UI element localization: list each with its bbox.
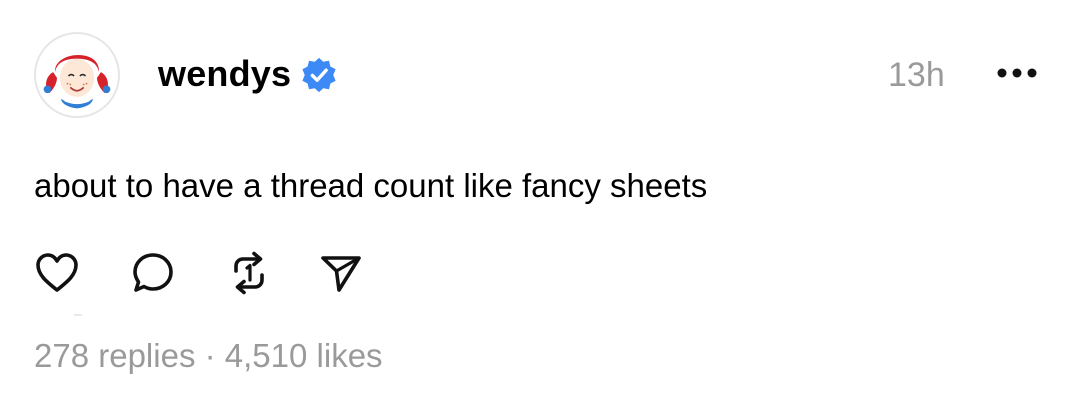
repost-icon: [234, 251, 264, 295]
likes-count[interactable]: 4,510 likes: [225, 337, 383, 374]
post-text: about to have a thread count like fancy …: [34, 167, 708, 204]
post-timestamp: 13h: [888, 56, 945, 94]
share-button[interactable]: [318, 250, 364, 296]
heart-icon: [36, 253, 78, 292]
thread-line-divider: [74, 314, 82, 316]
post-stats: 278 replies · 4,510 likes: [34, 336, 383, 376]
verified-badge-icon: [300, 56, 338, 94]
avatar[interactable]: [34, 32, 120, 118]
more-options-button[interactable]: [992, 58, 1042, 88]
wendys-logo-icon: [37, 35, 117, 115]
send-icon: [321, 256, 361, 292]
comment-icon: [133, 253, 173, 292]
username[interactable]: wendys: [158, 54, 291, 94]
stats-separator: ·: [195, 337, 225, 374]
replies-count[interactable]: 278 replies: [34, 337, 195, 374]
reply-button[interactable]: [130, 250, 176, 296]
repost-button[interactable]: [226, 250, 272, 296]
more-options-icon: [997, 68, 1037, 78]
like-button[interactable]: [34, 250, 80, 296]
thread-post: wendys 13h about to have a thread count …: [0, 0, 1080, 417]
